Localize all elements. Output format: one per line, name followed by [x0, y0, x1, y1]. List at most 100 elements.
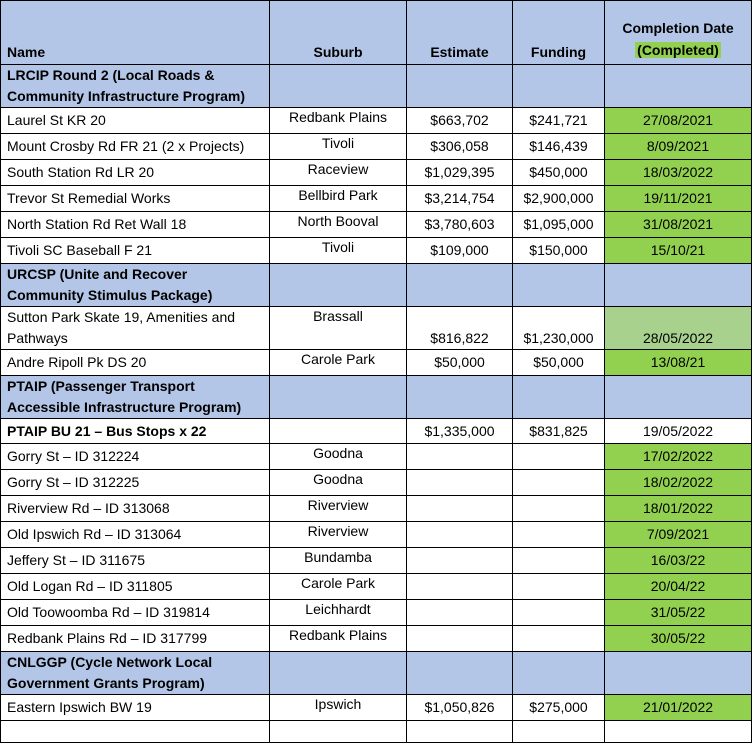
row-funding: $275,000	[512, 694, 605, 721]
row-name: Andre Ripoll Pk DS 20	[0, 349, 270, 376]
row-date: 17/02/2022	[604, 443, 752, 470]
row-suburb: Riverview	[269, 495, 407, 522]
row-name: Redbank Plains Rd – ID 317799	[0, 625, 270, 652]
table-row: Sutton Park Skate 19, Amenities and Path…	[0, 306, 752, 350]
row-estimate: $816,822	[406, 306, 513, 350]
row-funding: $2,900,000	[512, 185, 605, 212]
table-row: Old Ipswich Rd – ID 313064 Riverview 7/0…	[0, 521, 752, 548]
subheader-row: PTAIP BU 21 – Bus Stops x 22 $1,335,000 …	[0, 418, 752, 444]
row-name: Gorry St – ID 312225	[0, 469, 270, 496]
row-suburb: Tivoli	[269, 133, 407, 160]
row-date: 18/02/2022	[604, 469, 752, 496]
row-funding: $50,000	[512, 349, 605, 376]
row-date: 7/09/2021	[604, 521, 752, 548]
row-date: 21/01/2022	[604, 694, 752, 721]
table-row: Gorry St – ID 312224 Goodna 17/02/2022	[0, 443, 752, 470]
row-estimate: $1,029,395	[406, 159, 513, 186]
row-date: 19/05/2022	[604, 418, 752, 444]
row-date: 30/05/22	[604, 625, 752, 652]
row-date: 28/05/2022	[604, 306, 752, 350]
section-header-ptaip: PTAIP (Passenger Transport Accessible In…	[0, 375, 752, 419]
row-funding: $831,825	[512, 418, 605, 444]
row-name: Jeffery St – ID 311675	[0, 547, 270, 574]
table-row: North Station Rd Ret Wall 18 North Boova…	[0, 211, 752, 238]
section-title: PTAIP (Passenger Transport Accessible In…	[0, 375, 270, 419]
table-row: Jeffery St – ID 311675 Bundamba 16/03/22	[0, 547, 752, 574]
table-row: Trevor St Remedial Works Bellbird Park $…	[0, 185, 752, 212]
row-name: Gorry St – ID 312224	[0, 443, 270, 470]
row-suburb: Carole Park	[269, 573, 407, 600]
section-title: CNLGGP (Cycle Network Local Government G…	[0, 651, 270, 695]
row-suburb: Redbank Plains	[269, 107, 407, 134]
header-suburb: Suburb	[269, 0, 407, 65]
section-header-urcsp: URCSP (Unite and Recover Community Stimu…	[0, 263, 752, 307]
header-date-completed: (Completed)	[635, 42, 721, 58]
table-row: Gorry St – ID 312225 Goodna 18/02/2022	[0, 469, 752, 496]
row-estimate: $1,050,826	[406, 694, 513, 721]
row-suburb: North Booval	[269, 211, 407, 238]
row-suburb: Bundamba	[269, 547, 407, 574]
header-name: Name	[0, 0, 270, 65]
row-estimate: $3,214,754	[406, 185, 513, 212]
row-suburb: Leichhardt	[269, 599, 407, 626]
row-date: 20/04/22	[604, 573, 752, 600]
row-estimate: $50,000	[406, 349, 513, 376]
row-suburb: Redbank Plains	[269, 625, 407, 652]
row-name: Mount Crosby Rd FR 21 (2 x Projects)	[0, 133, 270, 160]
row-suburb: Goodna	[269, 469, 407, 496]
row-suburb: Goodna	[269, 443, 407, 470]
row-date: 18/01/2022	[604, 495, 752, 522]
row-name: North Station Rd Ret Wall 18	[0, 211, 270, 238]
section-header-lrcip: LRCIP Round 2 (Local Roads & Community I…	[0, 64, 752, 108]
row-funding: $1,095,000	[512, 211, 605, 238]
row-name: Old Ipswich Rd – ID 313064	[0, 521, 270, 548]
table-row: Old Toowoomba Rd – ID 319814 Leichhardt …	[0, 599, 752, 626]
row-suburb: Carole Park	[269, 349, 407, 376]
header-funding: Funding	[512, 0, 605, 65]
row-date: 13/08/21	[604, 349, 752, 376]
row-estimate: $1,335,000	[406, 418, 513, 444]
row-funding: $150,000	[512, 237, 605, 264]
row-suburb: Tivoli	[269, 237, 407, 264]
row-estimate: $663,702	[406, 107, 513, 134]
row-name: Old Logan Rd – ID 311805	[0, 573, 270, 600]
section-header-cnlggp: CNLGGP (Cycle Network Local Government G…	[0, 651, 752, 695]
row-date: 16/03/22	[604, 547, 752, 574]
row-name: Eastern Ipswich BW 19	[0, 694, 270, 721]
projects-table: Name Suburb Estimate Funding Completion …	[0, 0, 752, 743]
row-name: Sutton Park Skate 19, Amenities and Path…	[0, 306, 270, 350]
row-date: 27/08/2021	[604, 107, 752, 134]
header-estimate: Estimate	[406, 0, 513, 65]
table-row: Old Logan Rd – ID 311805 Carole Park 20/…	[0, 573, 752, 600]
table-row: Riverview Rd – ID 313068 Riverview 18/01…	[0, 495, 752, 522]
row-estimate: $306,058	[406, 133, 513, 160]
row-date: 15/10/21	[604, 237, 752, 264]
row-estimate: $109,000	[406, 237, 513, 264]
row-funding: $146,439	[512, 133, 605, 160]
row-date: 31/08/2021	[604, 211, 752, 238]
table-row: Laurel St KR 20 Redbank Plains $663,702 …	[0, 107, 752, 134]
row-name: Riverview Rd – ID 313068	[0, 495, 270, 522]
section-title: LRCIP Round 2 (Local Roads & Community I…	[0, 64, 270, 108]
empty-row	[0, 720, 752, 743]
row-date: 19/11/2021	[604, 185, 752, 212]
row-suburb: Raceview	[269, 159, 407, 186]
table-row: Redbank Plains Rd – ID 317799 Redbank Pl…	[0, 625, 752, 652]
section-title: URCSP (Unite and Recover Community Stimu…	[0, 263, 270, 307]
table-row: Andre Ripoll Pk DS 20 Carole Park $50,00…	[0, 349, 752, 376]
header-row: Name Suburb Estimate Funding Completion …	[0, 0, 752, 65]
row-name: South Station Rd LR 20	[0, 159, 270, 186]
row-name: Tivoli SC Baseball F 21	[0, 237, 270, 264]
row-funding: $241,721	[512, 107, 605, 134]
row-estimate: $3,780,603	[406, 211, 513, 238]
row-funding: $450,000	[512, 159, 605, 186]
header-completion-date: Completion Date (Completed)	[604, 0, 752, 65]
table-row: Tivoli SC Baseball F 21 Tivoli $109,000 …	[0, 237, 752, 264]
row-suburb: Ipswich	[269, 694, 407, 721]
row-suburb: Riverview	[269, 521, 407, 548]
row-funding: $1,230,000	[512, 306, 605, 350]
row-suburb: Bellbird Park	[269, 185, 407, 212]
row-date: 18/03/2022	[604, 159, 752, 186]
row-name: PTAIP BU 21 – Bus Stops x 22	[0, 418, 270, 444]
row-date: 8/09/2021	[604, 133, 752, 160]
